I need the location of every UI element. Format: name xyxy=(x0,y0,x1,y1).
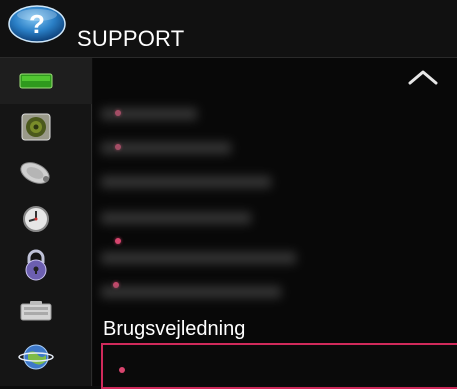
blurred-text xyxy=(101,252,296,264)
speaker-icon xyxy=(21,113,51,141)
page-title: SUPPORT xyxy=(77,26,185,51)
sidebar-item-channel[interactable] xyxy=(0,150,92,196)
bullet-icon xyxy=(119,367,125,373)
header-bar: ? SUPPORT xyxy=(0,0,457,58)
blurred-text xyxy=(101,108,197,120)
chevron-up-icon[interactable] xyxy=(407,68,439,86)
category-sidebar xyxy=(0,58,92,386)
blurred-text xyxy=(101,286,281,298)
picture-icon xyxy=(19,73,53,89)
question-mark-icon[interactable]: ? xyxy=(7,4,67,44)
sidebar-item-picture[interactable] xyxy=(0,58,92,104)
blurred-text xyxy=(101,142,231,154)
keyboard-icon xyxy=(20,301,52,321)
sidebar-item-time[interactable] xyxy=(0,196,92,242)
focused-menu-item[interactable] xyxy=(101,343,457,389)
svg-text:?: ? xyxy=(29,9,45,39)
sidebar-item-lock[interactable] xyxy=(0,242,92,288)
globe-icon xyxy=(18,344,54,370)
satellite-dish-icon xyxy=(20,162,50,184)
padlock-icon xyxy=(25,249,47,281)
sidebar-item-option[interactable] xyxy=(0,288,92,334)
sidebar-item-audio[interactable] xyxy=(0,104,92,150)
blurred-text xyxy=(101,212,251,224)
focused-item-label: Brugsvejledning xyxy=(103,318,246,340)
sidebar-item-network[interactable] xyxy=(0,334,92,380)
clock-icon xyxy=(23,206,49,232)
bullet-icon xyxy=(115,238,121,244)
blurred-text xyxy=(101,176,271,188)
